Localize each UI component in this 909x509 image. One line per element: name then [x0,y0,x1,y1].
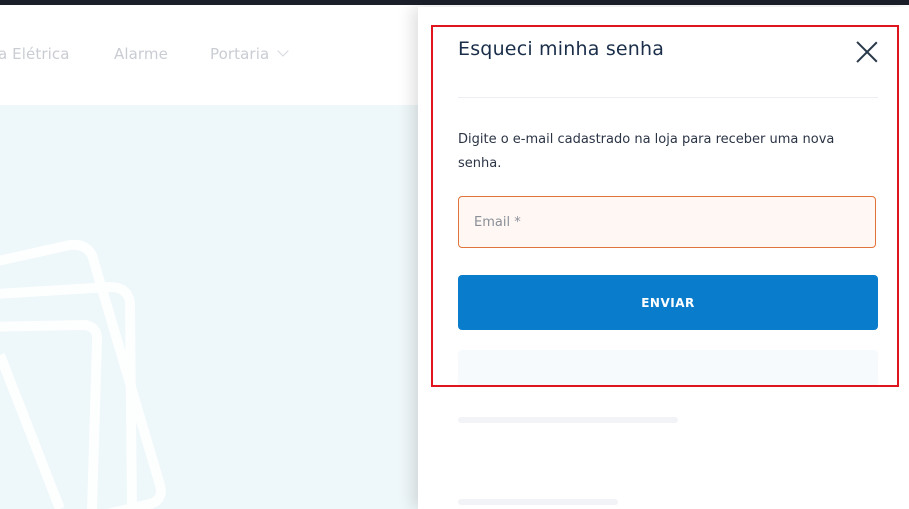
drawer-title: Esqueci minha senha [458,38,665,60]
hero-banner [0,105,420,509]
obscured-text [458,499,618,505]
hero-decoration [0,239,166,509]
drawer-description: Digite o e-mail cadastrado na loja para … [458,132,835,171]
obscured-text [458,417,678,423]
nav-item-portaria-label: Portaria [210,45,270,63]
nav-item-eletrica[interactable]: a Elétrica [0,45,70,63]
divider [458,97,878,98]
close-icon[interactable] [854,39,880,65]
nav-item-alarme[interactable]: Alarme [114,45,168,63]
main-navigation: a Elétrica Alarme Portaria [0,5,420,105]
nav-item-portaria[interactable]: Portaria [210,45,289,63]
obscured-button [458,350,878,386]
send-button[interactable]: ENVIAR [458,275,878,330]
forgot-password-drawer: Esqueci minha senha Digite o e-mail cada… [418,7,909,509]
email-field[interactable] [458,196,876,248]
chevron-down-icon [277,45,289,57]
